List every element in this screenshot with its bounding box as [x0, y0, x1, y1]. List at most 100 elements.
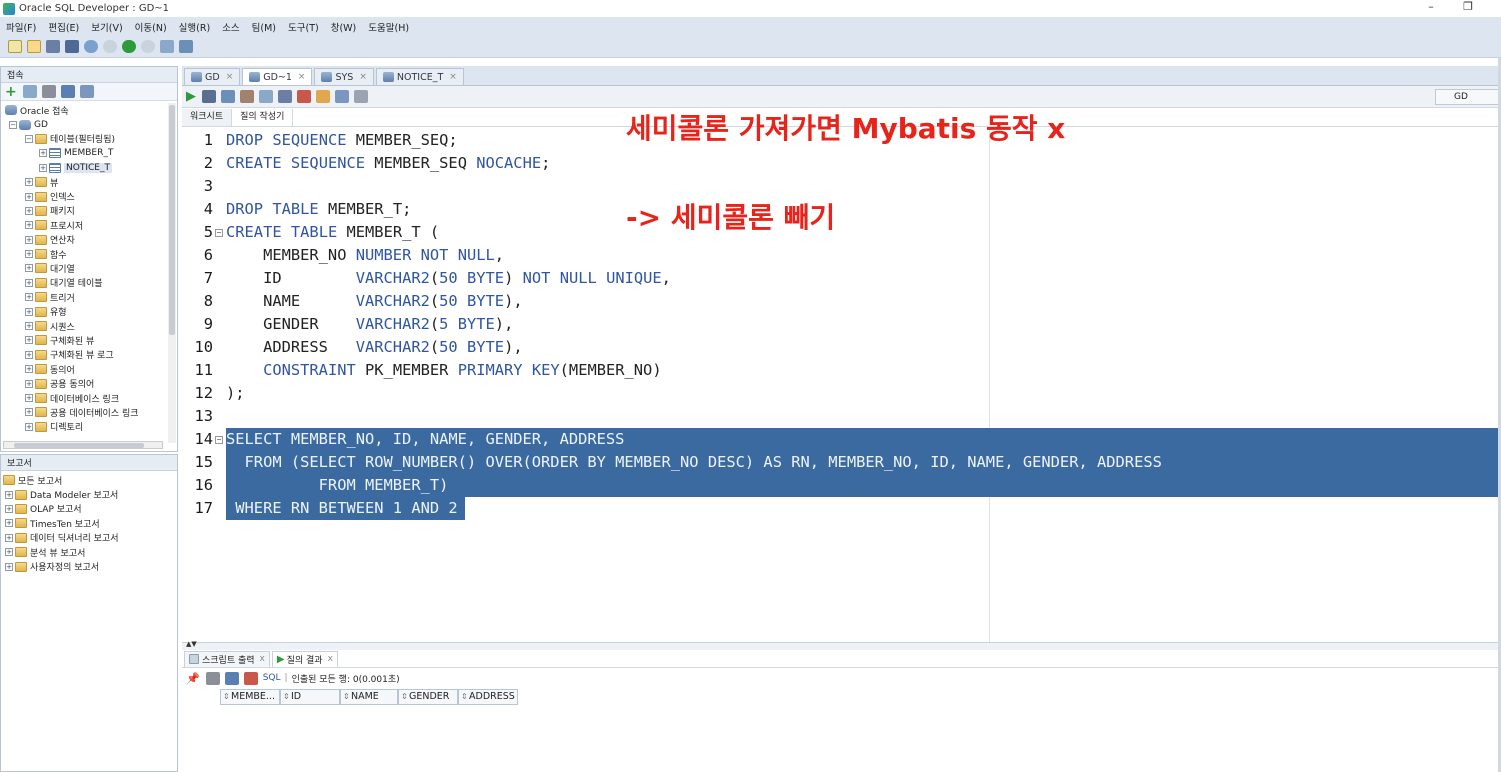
refresh-results-icon[interactable]	[224, 671, 239, 685]
tab-query-builder[interactable]: 질의 작성기	[232, 109, 294, 126]
sql-tuning-icon[interactable]	[297, 90, 311, 103]
expand-icon[interactable]: +	[25, 192, 33, 201]
tree-item[interactable]: + 유형	[1, 304, 177, 318]
fold-icon[interactable]: −	[215, 229, 223, 237]
run-script-icon[interactable]	[202, 90, 216, 103]
expand-icon[interactable]: +	[25, 408, 33, 417]
tab-editor[interactable]: GD~1 ×	[242, 68, 313, 85]
tree-item[interactable]: + 대기열	[1, 261, 177, 275]
format-icon[interactable]	[354, 90, 368, 103]
tree-item[interactable]: + 함수	[1, 247, 177, 261]
tree-item[interactable]: + 구체화된 뷰 로그	[1, 348, 177, 362]
sql-editor[interactable]: 1 DROP SEQUENCE MEMBER_SEQ; 2 CREATE SEQUEN…	[182, 127, 1501, 642]
tree-item[interactable]: + 대기열 테이블	[1, 276, 177, 290]
tree-item[interactable]: + MEMBER_T	[1, 146, 177, 160]
run-statement-icon[interactable]: ▶	[186, 89, 196, 104]
explain-plan-icon[interactable]	[259, 90, 273, 103]
expand-icon[interactable]: +	[39, 163, 47, 172]
result-grid[interactable]: MEMBE...IDNAMEGENDERADDRESS	[182, 688, 1501, 772]
autotrace-icon[interactable]	[278, 90, 292, 103]
undo-icon[interactable]	[84, 40, 98, 53]
menu-view[interactable]: 보기(V)	[91, 20, 122, 34]
menu-navigate[interactable]: 이동(N)	[135, 20, 167, 34]
expand-icon[interactable]: +	[5, 490, 13, 499]
filter-icon[interactable]	[41, 85, 56, 98]
splitter-arrows-icon[interactable]: ▲▼	[186, 640, 197, 648]
expand-icon[interactable]: +	[25, 264, 33, 273]
tree-item[interactable]: + 공용 동의어	[1, 376, 177, 390]
close-icon[interactable]: x	[260, 654, 265, 664]
tab-query-result[interactable]: ▶ 질의 결과 x	[271, 650, 338, 667]
close-icon[interactable]: ×	[449, 72, 457, 82]
report-item[interactable]: + 분석 뷰 보고서	[1, 545, 177, 559]
clear-icon[interactable]	[316, 90, 330, 103]
tree-item[interactable]: + 구체화된 뷰	[1, 333, 177, 347]
connection-select[interactable]: GD	[1435, 89, 1501, 105]
binoculars-icon[interactable]	[179, 40, 193, 53]
schema-browser-icon[interactable]	[60, 85, 75, 98]
refresh-icon[interactable]	[22, 85, 37, 98]
expand-icon[interactable]: +	[25, 379, 33, 388]
expand-icon[interactable]: +	[25, 394, 33, 402]
tree-item[interactable]: + 트리거	[1, 290, 177, 304]
expand-icon[interactable]: +	[39, 149, 47, 158]
expand-icon[interactable]: +	[25, 293, 33, 302]
close-icon[interactable]: x	[328, 654, 333, 664]
tree-item[interactable]: Oracle 접속	[1, 103, 177, 117]
expand-icon[interactable]: +	[25, 422, 33, 431]
rollback-icon[interactable]	[240, 90, 254, 103]
expand-icon[interactable]: +	[25, 365, 33, 374]
collapse-icon[interactable]	[79, 85, 94, 98]
tree-item[interactable]: + 뷰	[1, 175, 177, 189]
expand-icon[interactable]: +	[25, 235, 33, 244]
close-icon[interactable]: ×	[226, 72, 234, 82]
collapse-icon[interactable]: −	[9, 120, 17, 129]
column-header[interactable]: MEMBE...	[220, 689, 280, 705]
expand-icon[interactable]: +	[25, 221, 33, 230]
menu-file[interactable]: 파일(F)	[6, 20, 36, 34]
tree-item[interactable]: + 디렉토리	[1, 420, 177, 434]
expand-icon[interactable]: +	[5, 533, 13, 542]
open-folder-icon[interactable]	[27, 40, 41, 53]
expand-icon[interactable]: +	[25, 206, 33, 215]
db-connect-icon[interactable]	[160, 40, 174, 53]
expand-icon[interactable]: +	[25, 278, 33, 287]
tab-editor[interactable]: NOTICE_T ×	[375, 68, 464, 85]
column-header[interactable]: GENDER	[398, 689, 458, 705]
expand-icon[interactable]: +	[25, 322, 33, 331]
menu-team[interactable]: 팀(M)	[252, 20, 276, 34]
new-file-icon[interactable]	[8, 40, 22, 53]
pin-icon[interactable]: 📌	[186, 672, 200, 685]
close-icon[interactable]: ×	[359, 72, 367, 82]
tree-item[interactable]: + 시퀀스	[1, 319, 177, 333]
sql-results-icon[interactable]	[243, 671, 258, 685]
forward-icon[interactable]	[141, 40, 155, 53]
expand-icon[interactable]: +	[25, 307, 33, 316]
menu-source[interactable]: 소스	[222, 20, 239, 34]
tab-editor[interactable]: SYS ×	[314, 68, 374, 85]
menu-edit[interactable]: 편집(E)	[48, 20, 79, 34]
commit-icon[interactable]	[221, 90, 235, 103]
report-item[interactable]: 모든 보고서	[1, 473, 177, 487]
report-item[interactable]: + 사용자정의 보고서	[1, 559, 177, 573]
connections-hscroll[interactable]	[3, 441, 163, 449]
connections-vscroll[interactable]	[168, 103, 176, 443]
menu-window[interactable]: 창(W)	[331, 20, 357, 34]
tab-editor[interactable]: GD ×	[184, 68, 241, 85]
tab-worksheet[interactable]: 워크시트	[182, 109, 233, 126]
report-item[interactable]: + Data Modeler 보고서	[1, 487, 177, 501]
history-icon[interactable]	[335, 90, 349, 103]
tab-script-output[interactable]: 스크립트 출력 x	[184, 650, 270, 667]
menu-run[interactable]: 실행(R)	[179, 20, 211, 34]
report-item[interactable]: + 데이터 딕셔너리 보고서	[1, 531, 177, 545]
expand-icon[interactable]: +	[25, 350, 33, 359]
tree-item[interactable]: + 패키지	[1, 204, 177, 218]
tree-item[interactable]: + 동의어	[1, 362, 177, 376]
expand-icon[interactable]: +	[25, 178, 33, 187]
column-header[interactable]: ADDRESS	[458, 689, 518, 705]
close-icon[interactable]: ×	[298, 72, 306, 82]
report-item[interactable]: + TimesTen 보고서	[1, 516, 177, 530]
menu-help[interactable]: 도움말(H)	[368, 20, 409, 34]
expand-icon[interactable]: +	[5, 562, 13, 571]
expand-icon[interactable]: +	[5, 504, 13, 513]
